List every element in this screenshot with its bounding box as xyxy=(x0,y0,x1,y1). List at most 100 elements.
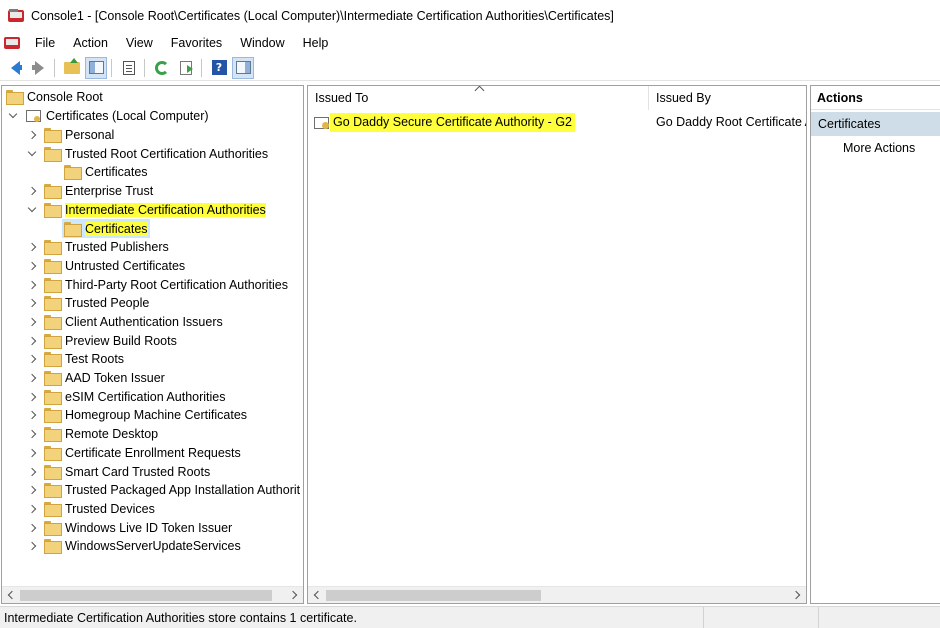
tree-item-label: Test Roots xyxy=(65,351,125,366)
chevron-right-icon[interactable] xyxy=(27,242,37,252)
tree-item-label: Windows Live ID Token Issuer xyxy=(65,520,233,535)
chevron-down-icon[interactable] xyxy=(27,205,37,215)
chevron-left-icon xyxy=(7,590,17,600)
scroll-left-button[interactable] xyxy=(308,587,325,603)
chevron-right-icon[interactable] xyxy=(27,317,37,327)
forward-button[interactable] xyxy=(28,57,50,79)
column-header-issued-by[interactable]: Issued By xyxy=(649,86,806,110)
folder-icon xyxy=(44,315,62,330)
tree-item[interactable]: Trusted Packaged App Installation Author… xyxy=(27,480,300,499)
tree-item[interactable]: Trusted Publishers xyxy=(27,237,169,256)
tree-item-label: Homegroup Machine Certificates xyxy=(65,407,248,422)
scroll-right-button[interactable] xyxy=(789,587,806,603)
tree-item-label: Trusted Publishers xyxy=(65,239,169,254)
tree-item-local-computer[interactable]: Certificates (Local Computer) xyxy=(8,106,209,125)
scrollbar-thumb[interactable] xyxy=(326,590,541,601)
list-horizontal-scrollbar[interactable] xyxy=(308,586,806,603)
console-tree-pane[interactable]: Console Root Certificates (Local Compute… xyxy=(1,85,304,604)
scroll-right-button[interactable] xyxy=(286,587,303,603)
refresh-button[interactable] xyxy=(151,57,173,79)
menu-view[interactable]: View xyxy=(117,32,162,54)
help-button[interactable]: ? xyxy=(208,57,230,79)
chevron-right-icon[interactable] xyxy=(27,373,37,383)
column-header-label: Issued By xyxy=(656,91,711,105)
folder-icon xyxy=(64,222,82,237)
up-one-level-button[interactable] xyxy=(61,57,83,79)
tree-item[interactable]: Windows Live ID Token Issuer xyxy=(27,518,232,537)
tree-item[interactable]: Intermediate Certification Authorities xyxy=(27,200,266,219)
menu-help[interactable]: Help xyxy=(294,32,338,54)
tree-item-label: Client Authentication Issuers xyxy=(65,314,223,329)
tree-item[interactable]: Certificate Enrollment Requests xyxy=(27,443,241,462)
tree-item[interactable]: WindowsServerUpdateServices xyxy=(27,536,241,555)
folder-icon xyxy=(44,446,62,461)
tree-item[interactable]: Trusted People xyxy=(27,293,149,312)
chevron-right-icon[interactable] xyxy=(27,261,37,271)
tree-item[interactable]: AAD Token Issuer xyxy=(27,368,165,387)
chevron-right-icon[interactable] xyxy=(27,280,37,290)
chevron-right-icon[interactable] xyxy=(27,130,37,140)
export-list-button[interactable] xyxy=(175,57,197,79)
menu-window[interactable]: Window xyxy=(231,32,293,54)
chevron-right-icon[interactable] xyxy=(27,186,37,196)
chevron-right-icon[interactable] xyxy=(27,485,37,495)
chevron-right-icon[interactable] xyxy=(27,541,37,551)
chevron-right-icon xyxy=(288,590,298,600)
chevron-right-icon[interactable] xyxy=(27,410,37,420)
folder-icon xyxy=(44,352,62,367)
tree-item[interactable]: eSIM Certification Authorities xyxy=(27,387,226,406)
mmc-app-icon[interactable] xyxy=(8,8,24,24)
folder-icon xyxy=(44,539,62,554)
menu-favorites[interactable]: Favorites xyxy=(162,32,231,54)
chevron-right-icon[interactable] xyxy=(27,392,37,402)
tree-item-child[interactable]: Certificates xyxy=(62,219,150,238)
folder-icon xyxy=(44,502,62,517)
chevron-right-icon[interactable] xyxy=(27,354,37,364)
scroll-left-button[interactable] xyxy=(2,587,19,603)
show-hide-console-tree-button[interactable] xyxy=(85,56,107,79)
tree-item[interactable]: Smart Card Trusted Roots xyxy=(27,462,210,481)
chevron-right-icon[interactable] xyxy=(27,504,37,514)
tree-item[interactable]: Test Roots xyxy=(27,349,124,368)
tree-item[interactable]: Third-Party Root Certification Authoriti… xyxy=(27,275,288,294)
tree-item-label: eSIM Certification Authorities xyxy=(65,389,226,404)
back-button[interactable] xyxy=(4,57,26,79)
table-row[interactable]: Go Daddy Secure Certificate Authority - … xyxy=(308,113,806,132)
results-list-pane[interactable]: Issued To Issued By Go Daddy Secure Cert… xyxy=(307,85,807,604)
tree-item[interactable]: Enterprise Trust xyxy=(27,181,153,200)
chevron-right-icon[interactable] xyxy=(27,448,37,458)
tree-item[interactable]: Client Authentication Issuers xyxy=(27,312,223,331)
document-system-menu-icon[interactable] xyxy=(4,35,20,51)
tree-item[interactable]: Trusted Root Certification Authorities xyxy=(27,144,268,163)
show-hide-action-pane-button[interactable] xyxy=(232,56,254,79)
tree-item[interactable]: Preview Build Roots xyxy=(27,331,177,350)
tree-horizontal-scrollbar[interactable] xyxy=(2,586,303,603)
tree-item-label: Certificate Enrollment Requests xyxy=(65,445,241,460)
tree-item[interactable]: Untrusted Certificates xyxy=(27,256,185,275)
chevron-right-icon[interactable] xyxy=(27,429,37,439)
tree-item-child[interactable]: Certificates xyxy=(64,162,148,181)
status-text: Intermediate Certification Authorities s… xyxy=(0,606,704,628)
actions-section-certificates[interactable]: Certificates xyxy=(811,112,940,136)
menu-file[interactable]: File xyxy=(26,32,64,54)
tree-item-label: Trusted Root Certification Authorities xyxy=(65,146,269,161)
tree-item[interactable]: Homegroup Machine Certificates xyxy=(27,405,247,424)
tree-item-label: Certificates (Local Computer) xyxy=(46,108,209,123)
menu-action[interactable]: Action xyxy=(64,32,117,54)
chevron-down-icon[interactable] xyxy=(8,111,18,121)
scrollbar-thumb[interactable] xyxy=(20,590,272,601)
folder-icon xyxy=(44,184,62,199)
tree-item[interactable]: Personal xyxy=(27,125,114,144)
chevron-right-icon[interactable] xyxy=(27,523,37,533)
chevron-right-icon[interactable] xyxy=(27,467,37,477)
folder-icon xyxy=(44,296,62,311)
chevron-down-icon[interactable] xyxy=(27,149,37,159)
cell-issued-to: Go Daddy Secure Certificate Authority - … xyxy=(330,113,575,132)
chevron-right-icon[interactable] xyxy=(27,336,37,346)
tree-item[interactable]: Remote Desktop xyxy=(27,424,158,443)
tree-item-console-root[interactable]: Console Root xyxy=(6,87,103,106)
tree-item[interactable]: Trusted Devices xyxy=(27,499,155,518)
chevron-right-icon[interactable] xyxy=(27,298,37,308)
more-actions-link[interactable]: More Actions xyxy=(843,139,915,157)
properties-button[interactable] xyxy=(118,57,140,79)
